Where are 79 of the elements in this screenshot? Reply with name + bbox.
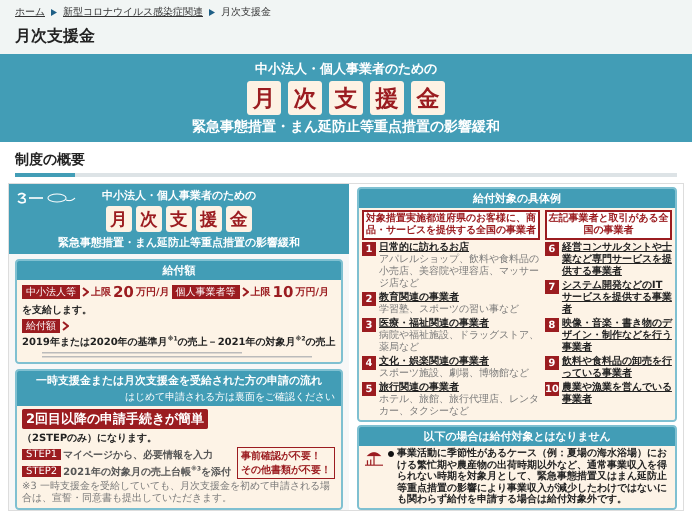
category-tag: 個人事業者等 xyxy=(172,285,240,299)
number-badge: 3 xyxy=(362,318,376,332)
page-title: 月次支援金 xyxy=(15,26,96,47)
example-title: 医療・福祉関連の事業者 xyxy=(379,318,490,330)
title-tile: 援 xyxy=(196,206,222,232)
group-heading: 対象措置実施都道府県のお客様に、商品・サービスを提供する全国の事業者 xyxy=(362,210,540,240)
limit-unit: 万円/月 xyxy=(136,286,170,299)
step-tag: STEP2 xyxy=(22,466,62,477)
chevron-icon xyxy=(242,287,249,297)
title-tile: 援 xyxy=(370,81,404,115)
example-title: 旅行関連の事業者 xyxy=(379,382,460,394)
number-badge: 8 xyxy=(544,318,559,332)
example-title: 日常的に訪れるお店 xyxy=(379,242,470,254)
example-description: スポーツ施設、劇場、博物館など xyxy=(379,368,529,380)
flow-headline-suffix: （2STEPのみ）になります。 xyxy=(22,432,158,445)
number-badge: 2 xyxy=(362,292,376,306)
example-description: 学習塾、スポーツの習い事など xyxy=(379,304,519,316)
step-text: マイページから、必要情報を入力 xyxy=(63,448,214,462)
breadcrumb-link[interactable]: ホーム xyxy=(15,5,45,19)
section-heading: 制度の概要 xyxy=(15,151,677,177)
title-tile: 月 xyxy=(106,206,132,232)
card-title: 給付対象の具体例 xyxy=(359,189,675,208)
title-tile: 金 xyxy=(226,206,252,232)
limit-amount: 20 xyxy=(113,283,134,301)
number-badge: 5 xyxy=(362,382,376,396)
limit-amount: 10 xyxy=(272,283,294,301)
example-description: アパレルショップ、飲料や食料品の小売店、美容院や理容店、マッサージ店など xyxy=(379,254,540,290)
number-badge: 9 xyxy=(544,356,559,370)
number-badge: 10 xyxy=(544,382,559,396)
breadcrumb-separator-icon xyxy=(209,8,215,16)
amount-suffix: を支給します。 xyxy=(22,304,92,317)
breadcrumb-current[interactable]: 月次支援金 xyxy=(221,5,271,19)
formula-tag: 給付額 xyxy=(22,319,60,333)
example-title: 農業や漁業を営んでいる事業者 xyxy=(562,382,672,406)
chevron-icon xyxy=(62,321,69,331)
breadcrumb-separator-icon xyxy=(51,8,57,16)
title-tile: 支 xyxy=(166,206,192,232)
hero-subtitle: 緊急事態措置・まん延防止等重点措置の影響緩和 xyxy=(192,118,500,136)
limit-label: 上限 xyxy=(91,286,111,299)
limit-label: 上限 xyxy=(250,286,271,299)
card-title: 一時支援金または月次支援金を受給された方の申請の流れ xyxy=(17,371,341,390)
exclusion-text: 事業活動に季節性があるケース（例：夏場の海水浴場）における繁忙期や農産物の出荷時期以外など、通常事業収入を得られない時期を対象月として、緊急事態措置又はまん延防止等重点措置の影響により事業収入が減少したわけではないにも関わらず給付を申請する場合は給付対象外です。 xyxy=(397,448,668,506)
chevron-icon xyxy=(82,287,89,297)
number-badge: 6 xyxy=(544,242,559,256)
title-tile: 月 xyxy=(247,81,281,115)
bullet-icon xyxy=(388,451,394,457)
example-title: 文化・娯楽関連の事業者 xyxy=(379,356,490,368)
hero-lead: 中小法人・個人事業者のための xyxy=(255,61,437,78)
example-description: ホテル、旅館、旅行代理店、レンタカー、タクシーなど xyxy=(379,394,540,418)
number-badge: 4 xyxy=(362,356,376,370)
title-tile: 次 xyxy=(136,206,162,232)
number-badge: 7 xyxy=(544,280,559,294)
example-title: システム開発などのITサービスを提供する事業者 xyxy=(562,280,672,316)
callout-text: 事前確認が不要！ xyxy=(241,450,322,463)
example-title: 映像・音楽・書き物のデザイン・制作などを行う事業者 xyxy=(562,318,672,354)
example-description: 病院や福祉施設、ドラッグストア、薬局など xyxy=(379,330,540,354)
footnote: ※3 一時支援金を受給していても、月次支援金を初めて申請される場合は、宣誓・同意書も提出していただきます。 xyxy=(22,481,331,505)
card-title: 以下の場合は給付対象とはなりません xyxy=(359,427,675,446)
title-tile: 支 xyxy=(329,81,363,115)
logo-drawing xyxy=(17,192,77,204)
number-badge: 1 xyxy=(362,242,376,256)
example-title: 教育関連の事業者 xyxy=(379,292,460,304)
example-title: 飲料や食料品の卸売を行っている事業者 xyxy=(562,356,672,380)
formula-text: 2019年または2020年の基準月$^{※1}$の売上－2021年の対象月$^{※2}$の売上 xyxy=(22,335,336,349)
example-title: 経営コンサルタントや士業など専門サービスを提供する事業者 xyxy=(562,242,672,278)
title-tile: 金 xyxy=(411,81,445,115)
limit-unit: 万円/月 xyxy=(295,286,330,299)
callout-text: その他書類が不要！ xyxy=(241,464,332,477)
breadcrumb-link[interactable]: 新型コロナウイルス感染症関連 xyxy=(63,5,203,19)
title-tile: 次 xyxy=(288,81,322,115)
card-title: 給付額 xyxy=(17,261,341,280)
step-text: 2021年の対象月の売上台帳$^{※3}$を添付 xyxy=(63,464,232,478)
group-heading: 左記事業者と取引がある全国の事業者 xyxy=(544,210,672,240)
flow-headline: 2回目以降の申請手続きが簡単 xyxy=(22,409,208,429)
flyer-lead: 中小法人・個人事業者のための xyxy=(102,188,256,203)
flyer-subtitle: 緊急事態措置・まん延防止等重点措置の影響緩和 xyxy=(58,235,300,250)
flow-note: はじめて申請される方は裏面をご確認ください xyxy=(17,390,341,406)
step-tag: STEP1 xyxy=(22,449,62,460)
category-tag: 中小法人等 xyxy=(22,285,80,299)
